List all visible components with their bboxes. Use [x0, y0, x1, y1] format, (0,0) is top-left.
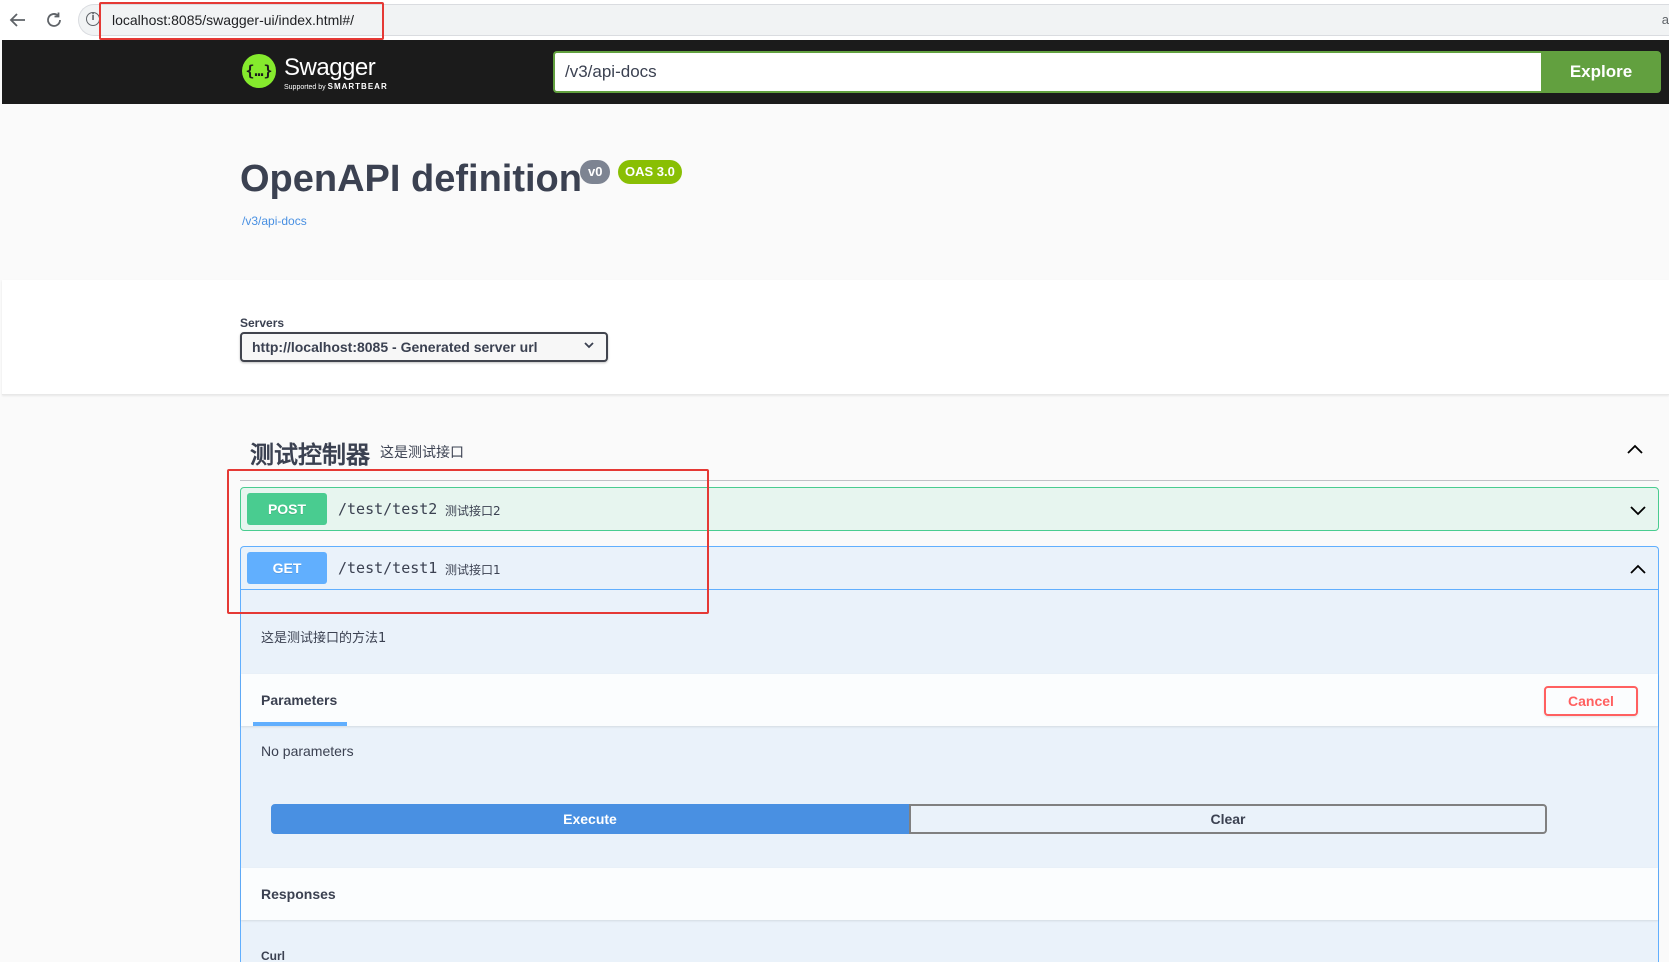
curl-label: Curl	[261, 949, 285, 962]
responses-header: Responses	[241, 868, 1658, 920]
swagger-logo-subtitle: Supported by SMARTBEAR	[284, 82, 388, 91]
explore-button[interactable]: Explore	[1541, 51, 1661, 93]
chevron-down-icon[interactable]	[1628, 500, 1648, 520]
oas-badge: OAS 3.0	[618, 160, 682, 184]
chevron-up-icon[interactable]	[1628, 559, 1648, 579]
responses-label: Responses	[261, 886, 336, 902]
servers-select[interactable]: http://localhost:8085 - Generated server…	[240, 332, 608, 362]
reload-button[interactable]	[42, 8, 66, 32]
address-bar-edge-char: a	[1661, 12, 1669, 27]
site-info-icon[interactable]: i	[86, 12, 100, 26]
chevron-down-icon	[584, 342, 594, 349]
page-title: OpenAPI definition	[240, 158, 582, 200]
operations-highlight-box	[227, 469, 709, 614]
chevron-up-icon[interactable]	[1625, 439, 1645, 459]
spec-url-input[interactable]: /v3/api-docs	[553, 51, 1541, 93]
tag-name: 测试控制器	[250, 441, 370, 469]
servers-section: Servers http://localhost:8085 - Generate…	[2, 280, 1669, 395]
back-button[interactable]	[6, 8, 30, 32]
version-badge: v0	[580, 160, 611, 184]
arrow-left-icon	[9, 13, 25, 27]
tab-parameters-label: Parameters	[261, 692, 338, 708]
servers-selected-value: http://localhost:8085 - Generated server…	[252, 339, 538, 355]
clear-button[interactable]: Clear	[909, 804, 1547, 834]
spec-link[interactable]: /v3/api-docs	[242, 214, 307, 228]
url-highlight-box	[99, 2, 384, 40]
tab-parameters[interactable]: Parameters	[253, 674, 347, 726]
swagger-logo-icon[interactable]: {…}	[242, 54, 276, 88]
no-parameters-text: No parameters	[261, 743, 354, 759]
api-info: OpenAPI definition v0 OAS 3.0 /v3/api-do…	[2, 104, 1669, 280]
logo-sub-prefix: Supported by	[284, 84, 326, 91]
swagger-topbar: {…} Swagger Supported by SMARTBEAR /v3/a…	[2, 40, 1669, 104]
cancel-button[interactable]: Cancel	[1544, 686, 1638, 716]
operation-description: 这是测试接口的方法1	[261, 631, 387, 646]
swagger-logo-text[interactable]: Swagger	[284, 54, 376, 82]
execute-button[interactable]: Execute	[271, 804, 909, 834]
parameters-header: Parameters Cancel	[241, 674, 1658, 726]
tag-description: 这是测试接口	[380, 445, 464, 461]
logo-sub-brand: SMARTBEAR	[327, 82, 388, 91]
servers-label: Servers	[240, 316, 285, 330]
reload-icon	[47, 12, 61, 27]
